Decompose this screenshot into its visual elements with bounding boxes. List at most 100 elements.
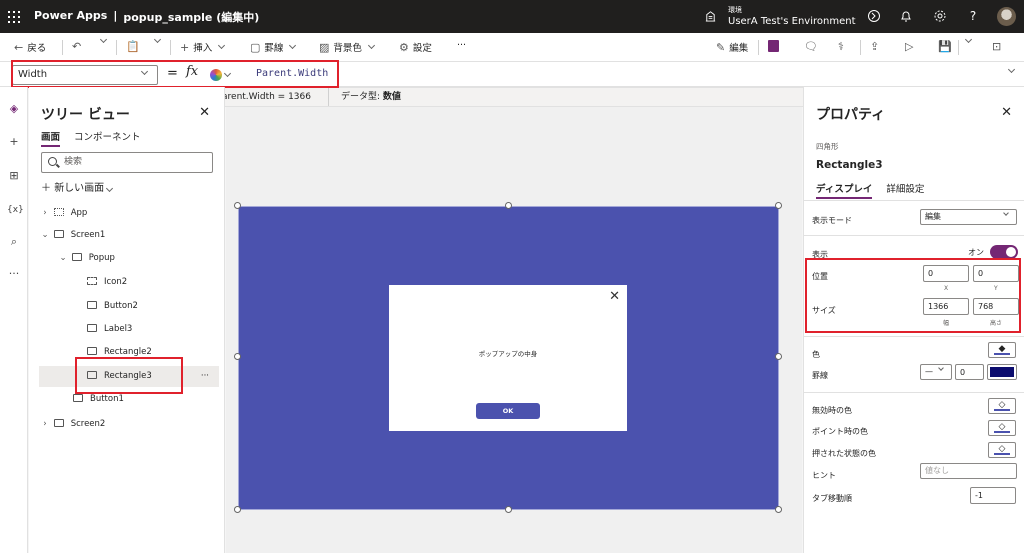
more-options-icon[interactable]: ··· (201, 366, 209, 387)
tab-index-input[interactable]: -1 (970, 487, 1016, 504)
tree-item-screen2[interactable]: › Screen2 (39, 414, 219, 435)
user-avatar[interactable] (997, 7, 1016, 26)
border-label: 罫線 (812, 371, 828, 380)
resize-handle[interactable] (234, 202, 241, 209)
environment-icon[interactable] (704, 9, 717, 22)
notifications-icon[interactable] (899, 9, 913, 23)
settings-button[interactable]: ⚙ 設定 (399, 40, 432, 55)
back-button[interactable]: ← 戻る (14, 40, 46, 55)
chevron-right-icon[interactable]: › (39, 414, 51, 435)
app-checker-button[interactable] (768, 40, 779, 52)
tab-display[interactable]: ディスプレイ (816, 181, 873, 199)
publish-button[interactable]: ⊡ (992, 40, 1001, 53)
resize-handle[interactable] (234, 506, 241, 513)
copilot-formula-button[interactable] (210, 67, 240, 83)
width-input[interactable]: 1366 (923, 298, 969, 315)
hover-color-picker[interactable]: ◇ (988, 420, 1016, 436)
help-icon[interactable]: ? (966, 9, 980, 23)
formula-input[interactable]: Parent.Width (256, 68, 328, 79)
properties-title: プロパティ (816, 107, 886, 123)
visible-toggle[interactable] (990, 245, 1018, 259)
disabled-color-picker[interactable]: ◇ (988, 398, 1016, 414)
preview-button[interactable]: ▷ (905, 40, 913, 53)
tree-item-rectangle2[interactable]: Rectangle2 (39, 342, 219, 363)
chevron-down-icon[interactable]: ⌄ (39, 225, 51, 246)
fill-color-picker[interactable]: ◆ (988, 342, 1016, 358)
tab-screens[interactable]: 画面 (41, 129, 61, 147)
tree-search-input[interactable]: 検索 (41, 152, 213, 173)
background-color-button[interactable]: ▨ 背景色 (319, 40, 376, 54)
tree-item-icon2[interactable]: Icon2 (39, 272, 219, 293)
paste-menu[interactable] (152, 35, 162, 44)
copilot-icon[interactable] (867, 9, 881, 23)
tree-item-app[interactable]: › App (39, 203, 219, 224)
plus-icon[interactable]: + (7, 135, 21, 149)
tree-view-panel: ツリー ビュー ✕ 画面 コンポーネント 検索 ＋ 新しい画面 › App ⌄ … (29, 87, 225, 553)
insert-button[interactable]: + 挿入 (180, 40, 226, 54)
close-icon[interactable]: ✕ (609, 289, 620, 304)
more-commands-button[interactable]: ··· (457, 40, 466, 51)
variables-icon[interactable]: {x} (7, 203, 24, 217)
ok-button[interactable]: OK (476, 403, 540, 419)
resize-handle[interactable] (505, 202, 512, 209)
settings-gear-icon[interactable] (933, 9, 947, 23)
save-button[interactable]: 💾 (938, 40, 952, 53)
control-type: 四角形 (816, 142, 839, 151)
tree-item-button1[interactable]: Button1 (39, 389, 219, 410)
tree-item-button2[interactable]: Button2 (39, 296, 219, 317)
more-label: ··· (457, 40, 467, 51)
chevron-down-icon[interactable]: ⌄ (57, 248, 69, 269)
tab-components[interactable]: コンポーネント (74, 129, 141, 147)
popup-box[interactable]: ✕ ポップアップの中身 OK (389, 285, 627, 431)
layers-icon[interactable]: ◈ (7, 102, 21, 116)
edit-button[interactable]: ✎ 編集 (716, 40, 748, 55)
undo-button[interactable]: ↶ (72, 40, 81, 53)
new-screen-button[interactable]: ＋ 新しい画面 (41, 179, 114, 194)
border-style-dropdown[interactable]: — (920, 364, 952, 380)
health-button[interactable]: ⚕ (838, 40, 844, 53)
height-input[interactable]: 768 (973, 298, 1019, 315)
tree-item-label3[interactable]: Label3 (39, 319, 219, 340)
search-icon[interactable]: ⌕ (7, 235, 21, 249)
app-launcher-icon[interactable] (8, 11, 20, 23)
fx-icon[interactable]: fx (186, 64, 198, 79)
save-menu[interactable] (963, 35, 973, 44)
height-label: 高さ (990, 320, 1003, 327)
undo-menu[interactable] (98, 35, 108, 44)
tab-advanced[interactable]: 詳細設定 (886, 181, 924, 199)
y-input[interactable]: 0 (973, 265, 1019, 282)
resize-handle[interactable] (234, 353, 241, 360)
share-button[interactable]: ⇪ (870, 40, 879, 53)
comments-button[interactable]: 🗨 (804, 40, 818, 53)
control-name[interactable]: Rectangle3 (816, 159, 883, 171)
border-width-input[interactable]: 0 (955, 364, 984, 380)
close-icon[interactable]: ✕ (199, 105, 210, 120)
tree-item-popup[interactable]: ⌄ Popup (39, 248, 219, 269)
paste-button[interactable]: 📋 (126, 40, 140, 53)
chevron-right-icon[interactable]: › (39, 203, 51, 224)
data-table-icon[interactable]: ⊞ (7, 169, 21, 183)
expand-formula-chevron-icon[interactable] (1007, 65, 1016, 74)
display-mode-dropdown[interactable]: 編集 (920, 209, 1017, 225)
pressed-color-picker[interactable]: ◇ (988, 442, 1016, 458)
border-button[interactable]: ▢ 罫線 (250, 40, 297, 54)
pressed-color-label: 押された状態の色 (812, 449, 876, 458)
square-icon: ▢ (250, 40, 261, 54)
resize-handle[interactable] (775, 353, 782, 360)
formula-bar: Width = fx Parent.Width (0, 62, 1024, 87)
resize-handle[interactable] (775, 506, 782, 513)
x-input[interactable]: 0 (923, 265, 969, 282)
tree-item-label: Icon2 (104, 277, 128, 287)
close-icon[interactable]: ✕ (1001, 105, 1012, 120)
border-color-picker[interactable] (987, 364, 1017, 380)
resize-handle[interactable] (505, 506, 512, 513)
environment-selector[interactable]: 環境 UserA Test's Environment (728, 5, 856, 27)
tree-item-rectangle3[interactable]: Rectangle3 ··· (39, 366, 219, 387)
more-icon[interactable]: ··· (7, 267, 21, 281)
divider (860, 40, 861, 55)
resize-handle[interactable] (775, 202, 782, 209)
tree-item-screen1[interactable]: ⌄ Screen1 (39, 225, 219, 246)
property-selector[interactable]: Width (12, 65, 158, 85)
tab-index-label: タブ移動順 (812, 494, 852, 503)
tooltip-input[interactable]: 値なし (920, 463, 1017, 479)
